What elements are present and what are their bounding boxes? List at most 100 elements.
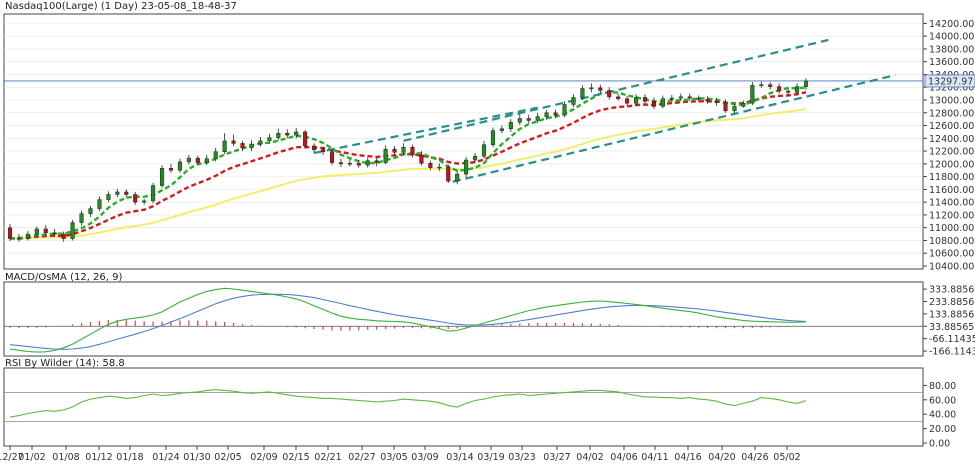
candle-body bbox=[25, 233, 30, 239]
candle-body bbox=[580, 88, 585, 98]
candle-body bbox=[687, 96, 692, 99]
price-tick-label: 10800.00 bbox=[929, 236, 974, 247]
candle bbox=[312, 143, 317, 153]
candle-body bbox=[562, 104, 567, 116]
candle-body bbox=[213, 151, 218, 159]
candle-body bbox=[589, 87, 594, 90]
candle bbox=[168, 163, 174, 173]
x-tick-label: 03/27 bbox=[543, 452, 570, 463]
rsi-panel: RSI By Wilder (14): 58.8 80.00 60.00 40.00… bbox=[3, 358, 956, 450]
candle-body bbox=[70, 222, 75, 239]
price-tick-label: 12200.00 bbox=[929, 147, 974, 158]
candle-body bbox=[347, 162, 352, 165]
x-tick-label: 04/02 bbox=[576, 452, 603, 463]
candle-body bbox=[803, 80, 809, 87]
candle-body bbox=[508, 122, 513, 129]
macd-signal-line bbox=[9, 293, 807, 350]
candle-body bbox=[446, 166, 451, 182]
candle bbox=[106, 191, 111, 203]
price-tick-label: 13000.00 bbox=[929, 96, 974, 107]
candle-body bbox=[79, 213, 84, 223]
candle bbox=[616, 93, 621, 101]
candle bbox=[660, 95, 665, 109]
price-panel: Nasdaq100(Large) (1 Day) 23-05-08_18-48-… bbox=[3, 1, 975, 273]
candle-body bbox=[365, 160, 370, 166]
candle-body bbox=[43, 228, 48, 234]
price-overlay bbox=[4, 38, 923, 240]
candle bbox=[607, 87, 612, 100]
macd-tick-label: -166.11435 bbox=[929, 347, 975, 358]
trading-chart: Nasdaq100(Large) (1 Day) 23-05-08_18-48-… bbox=[0, 1, 975, 463]
candle bbox=[508, 119, 513, 132]
candle-body bbox=[392, 148, 397, 153]
rsi-plot bbox=[4, 389, 923, 422]
candle-body bbox=[410, 146, 415, 156]
price-tick-label: 11600.00 bbox=[929, 185, 974, 196]
candle-body bbox=[356, 162, 361, 166]
candle-body bbox=[634, 97, 639, 104]
candle-body bbox=[294, 131, 299, 136]
candle-body bbox=[204, 158, 209, 163]
price-tick-label: 11800.00 bbox=[929, 172, 974, 183]
price-tick-label: 12000.00 bbox=[929, 159, 974, 170]
candle-body bbox=[285, 132, 290, 136]
rsi-line bbox=[9, 389, 807, 418]
x-tick-label: 02/21 bbox=[314, 452, 341, 463]
candle-body bbox=[401, 146, 406, 153]
candle-body bbox=[159, 168, 165, 186]
candle bbox=[589, 83, 594, 93]
x-tick-label: 02/15 bbox=[282, 452, 309, 463]
candle-body bbox=[133, 194, 138, 203]
candle-body bbox=[535, 116, 540, 121]
candle bbox=[142, 198, 147, 205]
candle-body bbox=[705, 99, 710, 102]
candle bbox=[267, 133, 272, 143]
candle-body bbox=[374, 160, 379, 163]
candle-body bbox=[16, 237, 21, 240]
price-tick-label: 10400.00 bbox=[929, 262, 974, 273]
x-tick-label: 01/12 bbox=[85, 452, 112, 463]
candle bbox=[186, 154, 191, 165]
macd-tick-label: 133.88565 bbox=[929, 309, 975, 320]
candle-body bbox=[795, 86, 800, 93]
candle-body bbox=[544, 112, 549, 117]
price-tick-label: 13800.00 bbox=[929, 44, 974, 55]
candle-body bbox=[115, 191, 120, 195]
x-tick-label: 01/02 bbox=[18, 452, 45, 463]
price-grid bbox=[4, 23, 923, 267]
x-tick-label: 02/27 bbox=[348, 452, 375, 463]
rsi-panel-frame bbox=[3, 367, 924, 447]
candle bbox=[79, 210, 84, 226]
candle bbox=[768, 82, 773, 90]
candle bbox=[231, 134, 236, 146]
candle-body bbox=[303, 131, 308, 147]
price-tick-label: 13600.00 bbox=[929, 57, 974, 68]
candle-body bbox=[338, 162, 343, 165]
x-tick-label: 03/19 bbox=[477, 452, 504, 463]
rsi-tick-label: 60.00 bbox=[929, 395, 956, 406]
candle-body bbox=[490, 130, 496, 145]
candle-body bbox=[97, 199, 102, 209]
price-tick-label: 11400.00 bbox=[929, 198, 974, 209]
macd-tick-label: -66.11435 bbox=[929, 334, 975, 345]
candle-body bbox=[464, 159, 469, 175]
candle bbox=[464, 156, 469, 178]
candle-body bbox=[419, 154, 424, 164]
candle bbox=[249, 140, 254, 152]
candle-body bbox=[437, 166, 442, 169]
candle bbox=[526, 114, 531, 123]
candle-body bbox=[428, 162, 433, 168]
candle bbox=[374, 158, 379, 167]
candle-body bbox=[240, 143, 245, 149]
candle-body bbox=[526, 118, 531, 121]
channel-inner-line bbox=[313, 106, 538, 155]
x-tick-label: 03/09 bbox=[411, 452, 438, 463]
macd-panel: MACD/OsMA (12, 26, 9) 333.88565233.88565… bbox=[3, 272, 975, 358]
candle-body bbox=[759, 84, 764, 86]
candle-body bbox=[723, 102, 728, 112]
candle bbox=[741, 100, 746, 108]
candle-body bbox=[142, 200, 147, 203]
last-price-marker: 13297.97 bbox=[924, 74, 975, 87]
ma-fast-line bbox=[9, 86, 807, 240]
candle-body bbox=[312, 145, 317, 151]
